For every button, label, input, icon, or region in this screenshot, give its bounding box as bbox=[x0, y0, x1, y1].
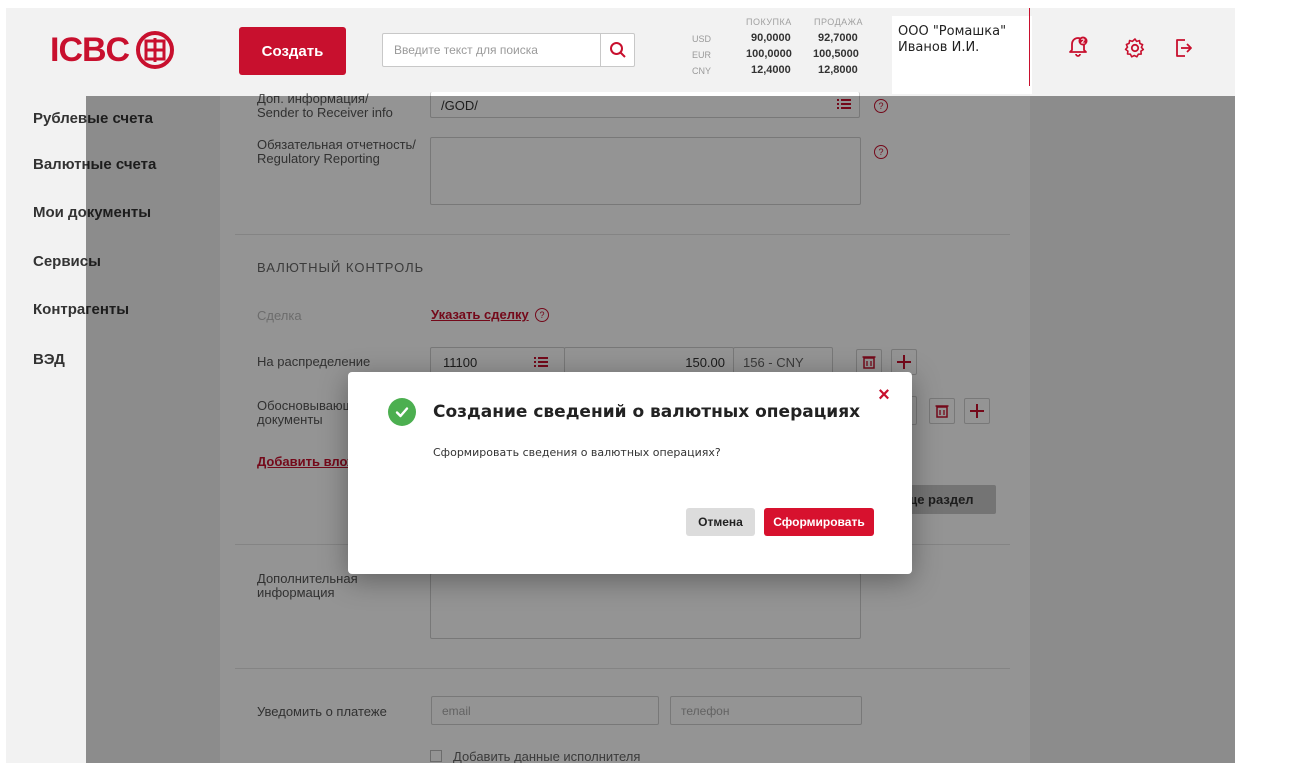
close-icon[interactable]: × bbox=[875, 385, 893, 405]
app: ICBC Создать ПОКУПКА ПРОДАЖА USD 90,0 bbox=[0, 0, 1303, 763]
dialog-message: Сформировать сведения о валютных операци… bbox=[433, 446, 721, 459]
confirm-dialog: Создание сведений о валютных операциях С… bbox=[348, 372, 912, 574]
success-check-icon bbox=[388, 398, 416, 426]
generate-button[interactable]: Сформировать bbox=[764, 508, 874, 536]
dialog-title: Создание сведений о валютных операциях bbox=[433, 402, 861, 422]
header-overlay bbox=[6, 8, 1235, 96]
sidebar-item-ved[interactable]: ВЭД bbox=[33, 351, 65, 368]
cancel-button[interactable]: Отмена bbox=[686, 508, 755, 536]
